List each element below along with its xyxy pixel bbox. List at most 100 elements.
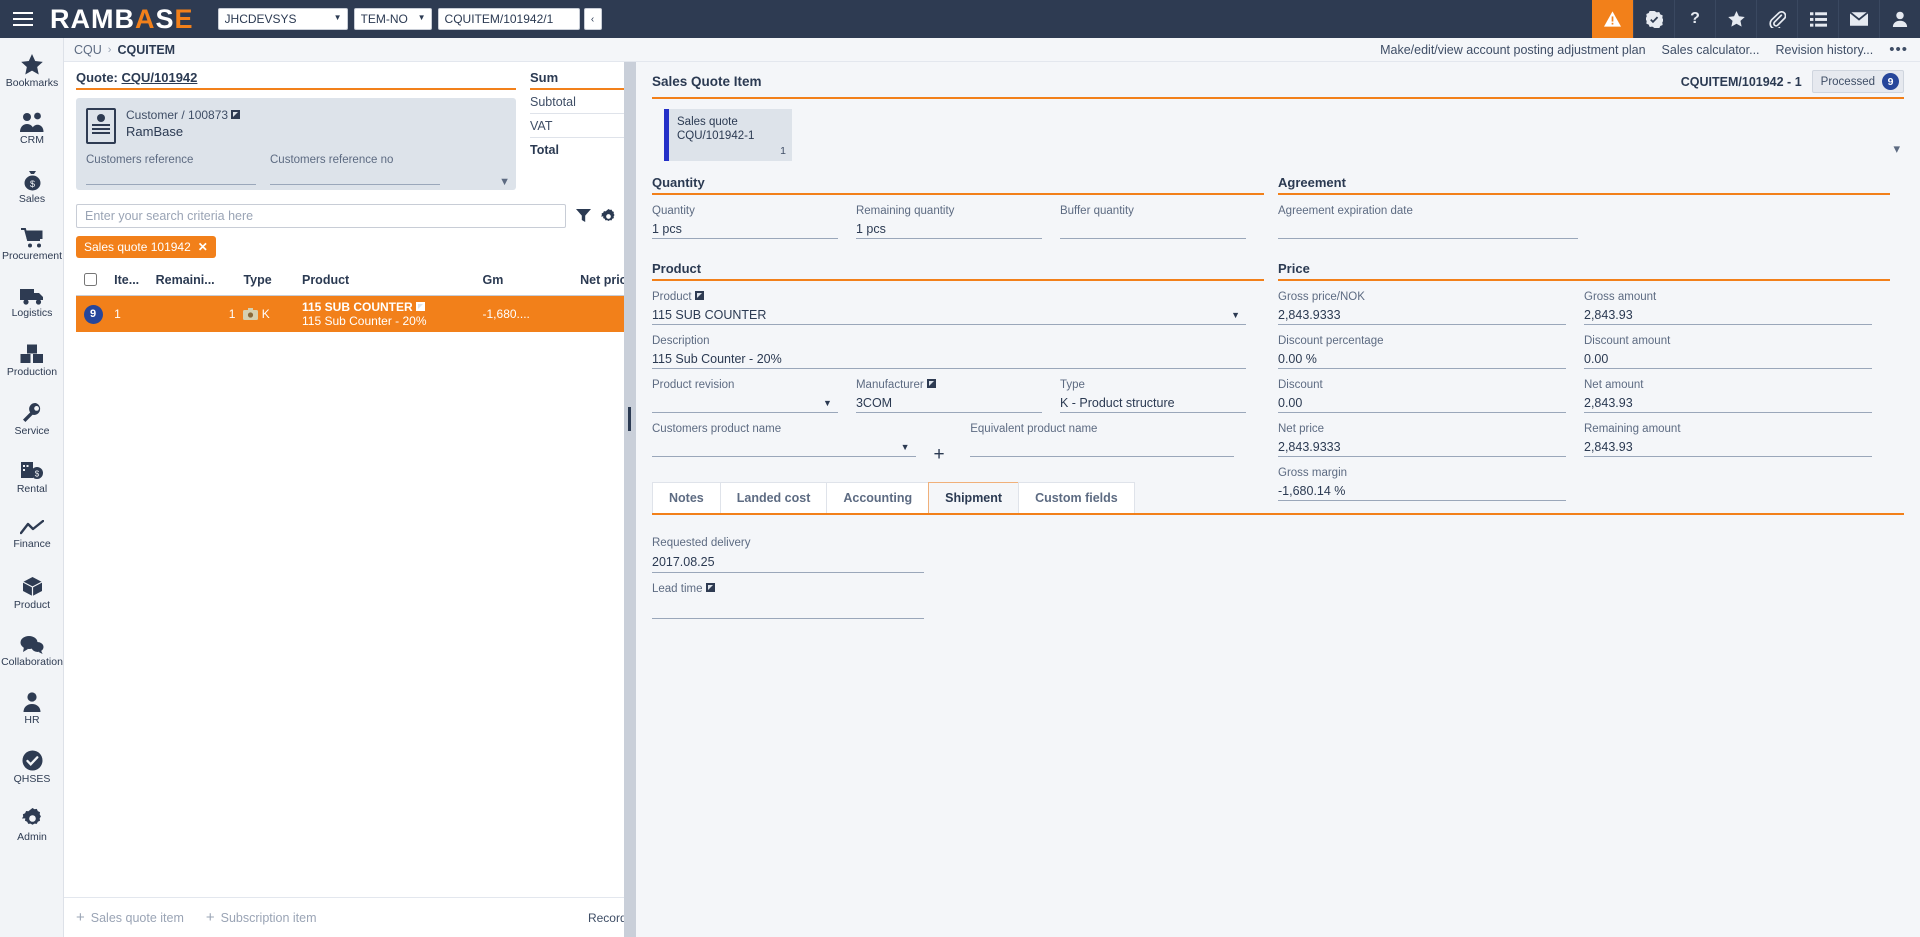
sidebar-item-production[interactable]: Production <box>0 332 64 390</box>
tab-custom-fields[interactable]: Custom fields <box>1018 482 1135 513</box>
tab-landed-cost[interactable]: Landed cost <box>719 482 828 513</box>
field-value[interactable]: 115 SUB COUNTER ▼ <box>652 305 1246 325</box>
filter-chip-sales-quote[interactable]: Sales quote 101942 ✕ <box>76 236 216 258</box>
field-value[interactable]: ▼ <box>652 393 838 413</box>
field-manufacturer[interactable]: Manufacturer 3COM <box>855 379 1060 413</box>
field-discount-amount[interactable]: Discount amount 0.00 <box>1584 335 1890 369</box>
customers-reference-input[interactable] <box>86 166 256 185</box>
pane-splitter[interactable] <box>624 62 636 937</box>
field-value[interactable]: 1 pcs <box>855 219 1042 239</box>
field-discount-percentage[interactable]: Discount percentage 0.00 % <box>1278 335 1584 369</box>
external-link-icon[interactable] <box>926 379 936 388</box>
sidebar-item-hr[interactable]: HR <box>0 680 64 738</box>
field-value[interactable]: 2,843.9333 <box>1278 305 1566 325</box>
sidebar-item-rental[interactable]: $ Rental <box>0 448 64 506</box>
plus-icon[interactable]: + <box>934 445 971 465</box>
sidebar-item-logistics[interactable]: Logistics <box>0 274 64 332</box>
check-badge-icon[interactable] <box>1633 0 1674 38</box>
field-equivalent-product-name[interactable]: Equivalent product name <box>970 423 1252 465</box>
field-value[interactable]: 115 Sub Counter - 20% <box>652 349 1246 369</box>
field-quantity[interactable]: Quantity 1 pcs <box>652 205 856 239</box>
field-value[interactable]: 0.00 <box>1278 393 1566 413</box>
customers-reference-no-field[interactable]: Customers reference no <box>270 154 440 185</box>
warning-icon[interactable] <box>1592 0 1633 38</box>
field-agreement-expiration-date[interactable]: Agreement expiration date <box>1278 205 1596 239</box>
sidebar-item-procurement[interactable]: Procurement <box>0 216 64 274</box>
sidebar-item-collaboration[interactable]: Collaboration <box>0 622 64 680</box>
field-lead-time[interactable]: Lead time <box>652 583 942 619</box>
field-value[interactable]: 3COM <box>855 393 1042 413</box>
chevron-down-icon[interactable]: ▼ <box>499 176 510 188</box>
add-subscription-item-button[interactable]: + Subscription item <box>206 910 317 925</box>
field-value[interactable]: 0.00 <box>1584 349 1872 369</box>
field-value[interactable]: 2,843.93 <box>1584 305 1872 325</box>
field-net-price[interactable]: Net price 2,843.9333 <box>1278 423 1584 457</box>
field-buffer-quantity[interactable]: Buffer quantity <box>1059 205 1264 239</box>
field-value[interactable]: 2,843.93 <box>1584 437 1872 457</box>
column-remaining[interactable]: Remaini... <box>151 268 240 296</box>
customer-card[interactable]: Customer / 100873 RamBase Customers refe… <box>76 98 516 190</box>
field-remaining-quantity[interactable]: Remaining quantity 1 pcs <box>855 205 1060 239</box>
field-value[interactable]: K - Product structure <box>1059 393 1246 413</box>
customers-reference-no-input[interactable] <box>270 166 440 185</box>
field-remaining-amount[interactable]: Remaining amount 2,843.93 <box>1584 423 1890 457</box>
add-sales-quote-item-button[interactable]: + Sales quote item <box>76 910 184 925</box>
sidebar-item-sales[interactable]: $ Sales <box>0 158 64 216</box>
sidebar-item-qhses[interactable]: QHSES <box>0 738 64 796</box>
paperclip-icon[interactable] <box>1756 0 1797 38</box>
gear-icon[interactable] <box>601 208 616 224</box>
field-value[interactable]: ▼ <box>652 437 916 457</box>
field-product-revision[interactable]: Product revision ▼ <box>652 379 856 413</box>
sidebar-item-finance[interactable]: Finance <box>0 506 64 564</box>
question-icon[interactable]: ? <box>1674 0 1715 38</box>
column-item[interactable]: Ite... <box>110 268 152 296</box>
column-gm[interactable]: Gm <box>478 268 577 296</box>
external-link-icon[interactable] <box>694 291 704 300</box>
field-value[interactable]: 0.00 % <box>1278 349 1566 369</box>
envelope-icon[interactable] <box>1838 0 1879 38</box>
quote-link[interactable]: CQU/101942 <box>122 70 198 85</box>
star-icon[interactable] <box>1715 0 1756 38</box>
field-type[interactable]: Type K - Product structure <box>1059 379 1264 413</box>
field-value[interactable]: 2,843.93 <box>1584 393 1872 413</box>
action-sales-calculator[interactable]: Sales calculator... <box>1662 43 1760 57</box>
sidebar-item-bookmarks[interactable]: Bookmarks <box>0 42 64 100</box>
sidebar-item-service[interactable]: Service <box>0 390 64 448</box>
status-badge[interactable]: Processed 9 <box>1811 70 1904 93</box>
chevron-down-icon[interactable]: ▼ <box>1231 310 1240 320</box>
list-icon[interactable] <box>1797 0 1838 38</box>
external-link-icon[interactable] <box>415 302 425 311</box>
field-description[interactable]: Description 115 Sub Counter - 20% <box>652 335 1264 369</box>
field-value[interactable] <box>652 597 924 619</box>
more-actions-icon[interactable]: ••• <box>1889 42 1908 57</box>
user-icon[interactable] <box>1879 0 1920 38</box>
sales-quote-tile[interactable]: Sales quote CQU/101942-1 1 <box>664 109 792 161</box>
field-customers-product-name[interactable]: Customers product name ▼ <box>652 423 934 465</box>
search-input[interactable] <box>76 204 566 228</box>
action-revision-history[interactable]: Revision history... <box>1776 43 1874 57</box>
collapse-button[interactable]: ‹ <box>583 8 602 30</box>
field-value[interactable] <box>970 437 1234 457</box>
action-account-posting-adjustment-plan[interactable]: Make/edit/view account posting adjustmen… <box>1380 43 1645 57</box>
add-customers-product-name-button[interactable]: + <box>934 423 971 465</box>
sidebar-item-crm[interactable]: CRM <box>0 100 64 158</box>
breadcrumb-root[interactable]: CQU <box>74 43 102 57</box>
field-requested-delivery[interactable]: Requested delivery 2017.08.25 <box>652 537 942 573</box>
field-discount[interactable]: Discount 0.00 <box>1278 379 1584 413</box>
close-icon[interactable]: ✕ <box>198 240 208 254</box>
customers-reference-field[interactable]: Customers reference <box>86 154 256 185</box>
sidebar-item-admin[interactable]: Admin <box>0 796 64 854</box>
tab-shipment[interactable]: Shipment <box>928 482 1020 513</box>
filter-icon[interactable] <box>576 209 591 223</box>
column-type[interactable]: Type <box>239 268 298 296</box>
document-input[interactable] <box>437 8 580 30</box>
field-net-amount[interactable]: Net amount 2,843.93 <box>1584 379 1890 413</box>
field-gross-amount[interactable]: Gross amount 2,843.93 <box>1584 291 1890 325</box>
field-value[interactable] <box>1278 219 1579 239</box>
field-value[interactable]: 2,843.9333 <box>1278 437 1566 457</box>
tab-notes[interactable]: Notes <box>652 482 721 513</box>
chevron-down-icon[interactable]: ▼ <box>901 442 910 452</box>
splitter-grip[interactable] <box>628 407 631 431</box>
field-value[interactable] <box>1059 219 1246 239</box>
select-all-checkbox[interactable] <box>84 273 97 286</box>
